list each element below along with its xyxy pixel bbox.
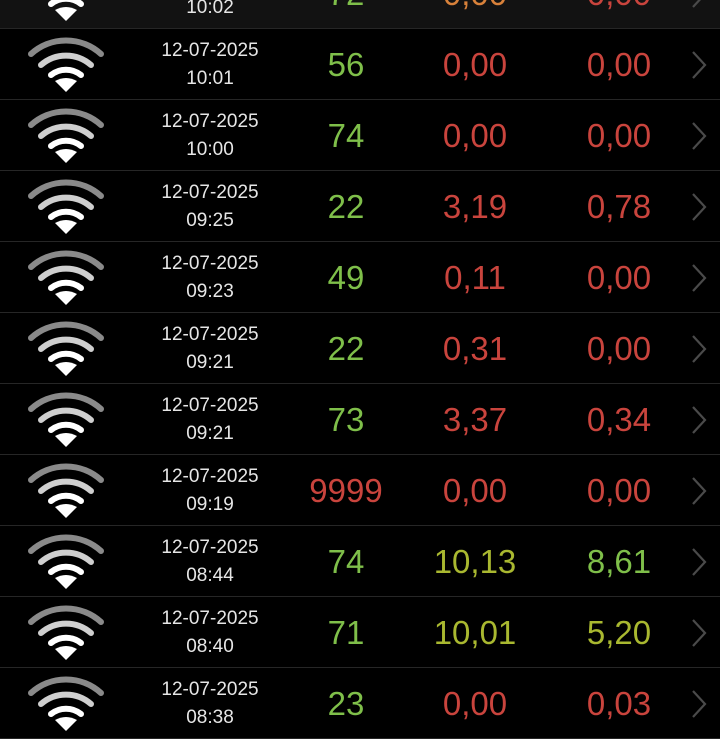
chevron-right-icon[interactable] [690,0,708,9]
result-row[interactable]: 12-07-2025 09:21 73 3,37 0,34 [0,384,720,455]
row-upload: 0,34 [586,401,652,438]
result-row[interactable]: 12-07-2025 08:38 23 0,00 0,03 [0,668,720,739]
row-time: 08:44 [186,565,234,586]
row-date: 12-07-2025 [161,466,259,487]
row-upload: 0,00 [586,46,652,83]
result-row[interactable]: 10:02 72 0,00 0,00 [0,0,720,29]
row-time: 10:02 [186,0,234,18]
chevron-right-icon[interactable] [690,689,708,719]
row-date: 12-07-2025 [161,608,259,629]
row-time: 08:40 [186,636,234,657]
row-date: 12-07-2025 [161,182,259,203]
row-ping: 22 [327,188,365,225]
chevron-right-icon[interactable] [690,263,708,293]
row-upload: 0,00 [586,259,652,296]
row-date: 12-07-2025 [161,679,259,700]
chevron-right-icon[interactable] [690,192,708,222]
wifi-icon [26,108,106,164]
chevron-right-icon[interactable] [690,121,708,151]
row-download: 0,00 [442,117,508,154]
row-ping: 23 [327,685,365,722]
row-download: 0,11 [444,259,506,296]
wifi-icon [26,676,106,732]
row-upload: 8,61 [586,543,652,580]
row-download: 0,00 [442,685,508,722]
row-ping: 74 [327,117,365,154]
wifi-icon [26,321,106,377]
row-upload: 0,03 [586,685,652,722]
row-time: 08:38 [186,707,234,728]
result-row[interactable]: 12-07-2025 09:25 22 3,19 0,78 [0,171,720,242]
wifi-icon [26,463,106,519]
row-download: 10,13 [433,543,517,580]
row-download: 3,37 [442,401,508,438]
row-time: 09:21 [186,423,234,444]
chevron-right-icon[interactable] [690,334,708,364]
result-row[interactable]: 12-07-2025 08:40 71 10,01 5,20 [0,597,720,668]
result-row[interactable]: 12-07-2025 09:19 9999 0,00 0,00 [0,455,720,526]
row-time: 10:00 [186,139,234,160]
row-date: 12-07-2025 [161,40,259,61]
chevron-right-icon[interactable] [690,618,708,648]
chevron-right-icon[interactable] [690,50,708,80]
chevron-right-icon[interactable] [690,476,708,506]
wifi-icon [26,0,106,22]
row-time: 09:21 [186,352,234,373]
result-row[interactable]: 12-07-2025 10:01 56 0,00 0,00 [0,29,720,100]
row-ping: 56 [327,46,365,83]
row-ping: 9999 [309,472,383,509]
row-ping: 74 [327,543,365,580]
chevron-right-icon[interactable] [690,547,708,577]
row-time: 09:25 [186,210,234,231]
row-upload: 0,00 [555,0,683,13]
row-upload: 5,20 [586,614,652,651]
row-ping: 73 [327,401,365,438]
row-date: 12-07-2025 [161,111,259,132]
row-ping: 71 [327,614,365,651]
row-ping: 22 [327,330,365,367]
row-upload: 0,00 [586,117,652,154]
wifi-icon [26,392,106,448]
row-upload: 0,00 [586,330,652,367]
row-ping: 72 [286,0,406,13]
row-download: 0,00 [442,46,508,83]
result-row[interactable]: 12-07-2025 10:00 74 0,00 0,00 [0,100,720,171]
row-ping: 49 [327,259,365,296]
wifi-icon [26,605,106,661]
result-row[interactable]: 12-07-2025 09:21 22 0,31 0,00 [0,313,720,384]
row-time: 09:19 [186,494,234,515]
row-download: 0,31 [442,330,508,367]
wifi-icon [26,250,106,306]
row-date: 12-07-2025 [161,324,259,345]
row-time: 10:01 [186,68,234,89]
wifi-icon [26,534,106,590]
result-row[interactable]: 12-07-2025 08:44 74 10,13 8,61 [0,526,720,597]
wifi-icon [26,179,106,235]
row-download: 0,00 [442,472,508,509]
wifi-icon [26,37,106,93]
row-upload: 0,00 [586,472,652,509]
result-row[interactable]: 12-07-2025 09:23 49 0,11 0,00 [0,242,720,313]
chevron-right-icon[interactable] [690,405,708,435]
row-upload: 0,78 [586,188,652,225]
row-download: 0,00 [410,0,540,13]
row-download: 10,01 [433,614,517,651]
row-download: 3,19 [442,188,508,225]
speed-test-history-list: 10:02 72 0,00 0,00 12-07-2025 10:01 56 0… [0,0,720,739]
row-date: 12-07-2025 [161,253,259,274]
row-time: 09:23 [186,281,234,302]
row-date: 12-07-2025 [161,395,259,416]
row-date: 12-07-2025 [161,537,259,558]
